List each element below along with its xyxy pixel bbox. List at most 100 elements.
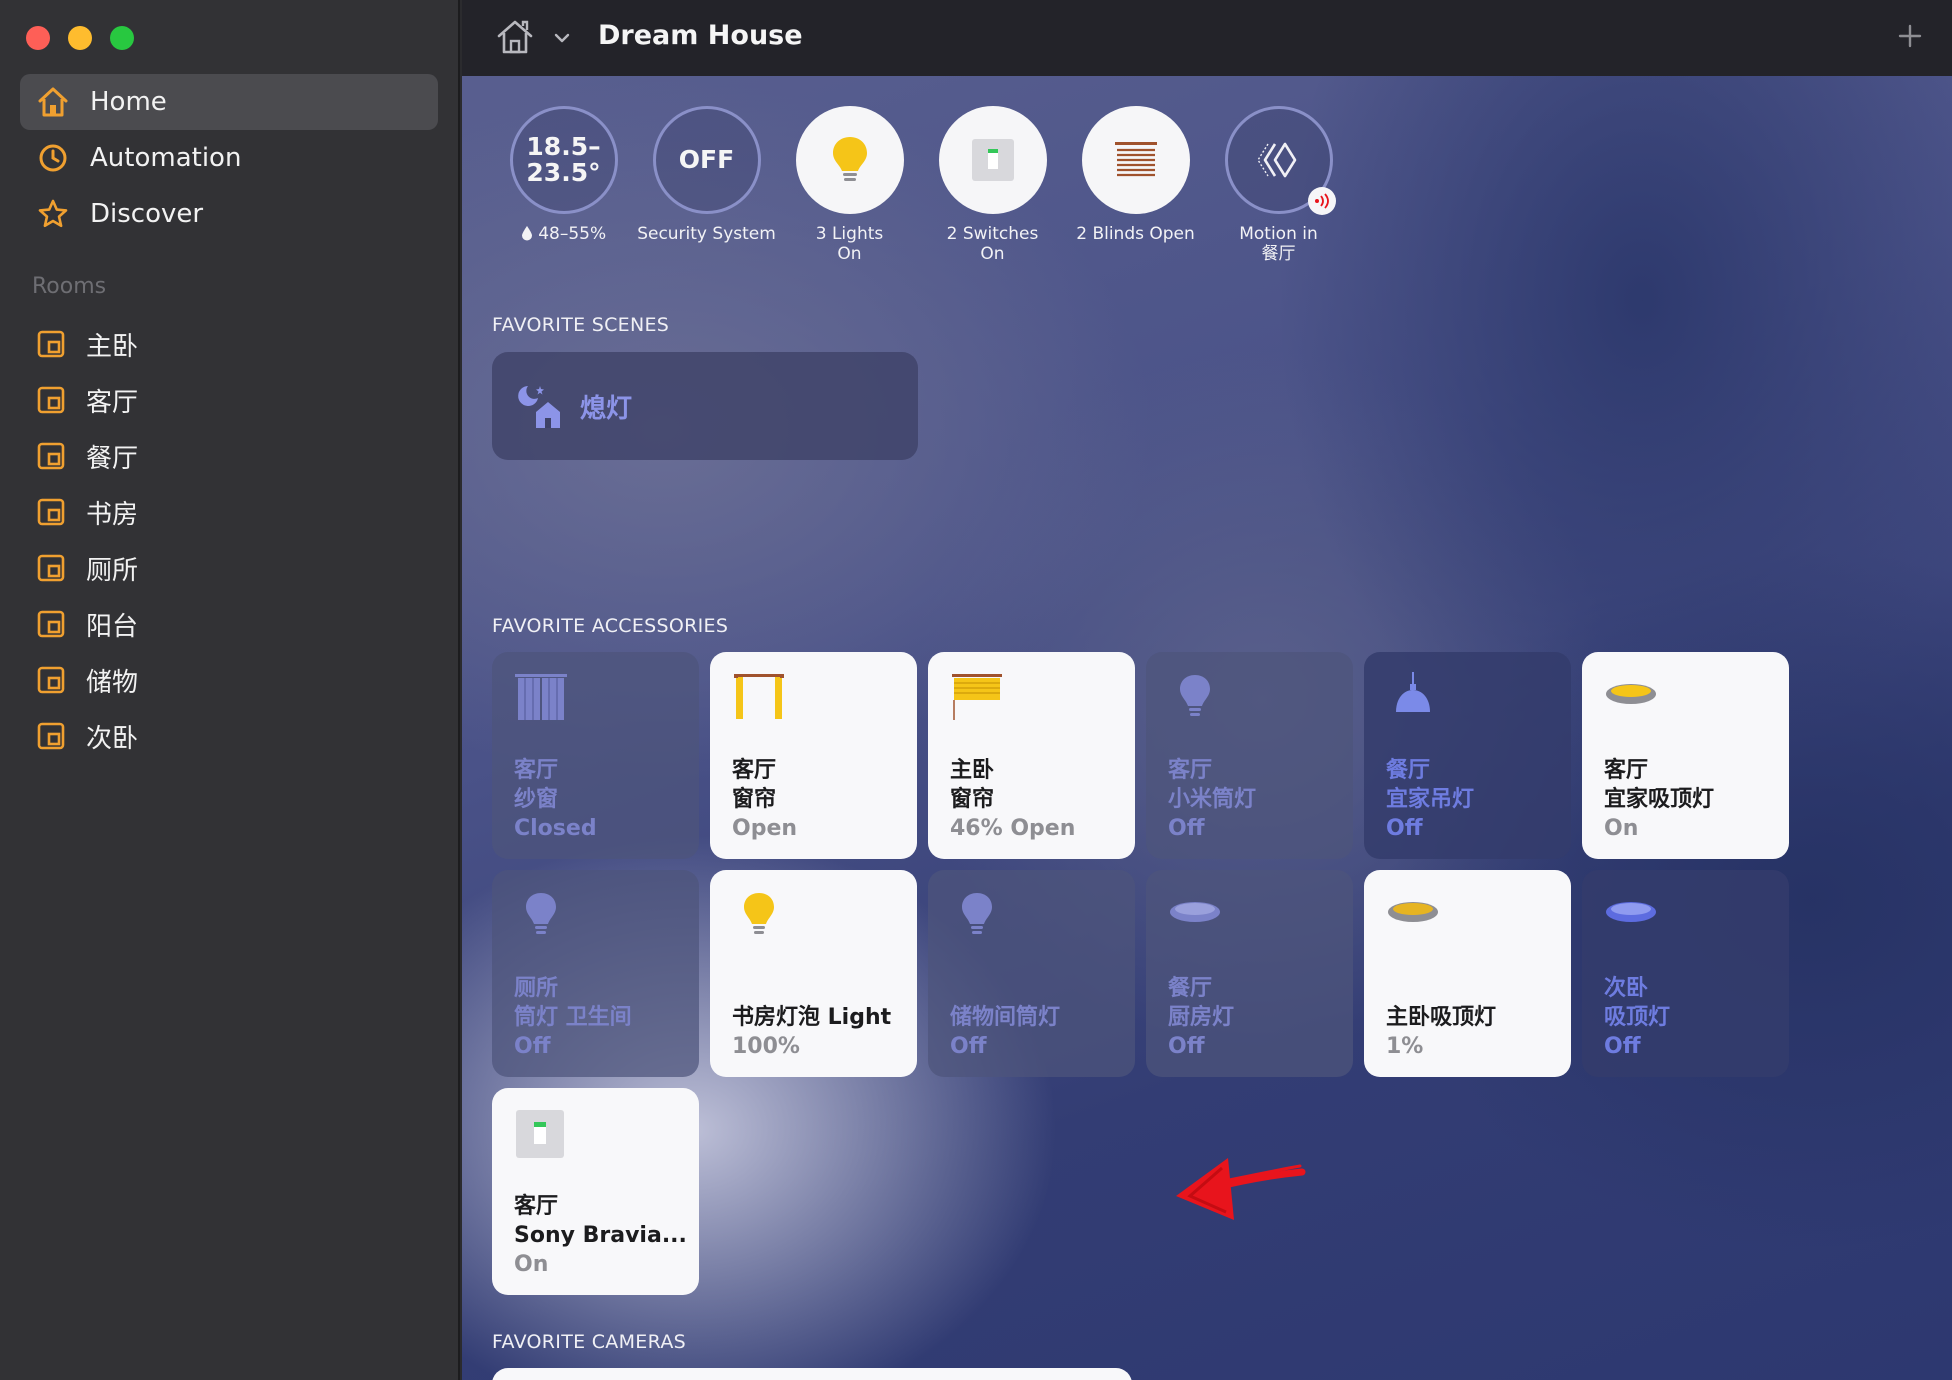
ceiling-light-icon — [1606, 902, 1656, 922]
accessory-tile[interactable]: 客厅 小米筒灯 Off — [1146, 652, 1353, 859]
sidebar-item-automation[interactable]: Automation — [20, 130, 438, 186]
accessory-name: 客厅 纱窗 — [514, 758, 559, 812]
night-house-icon — [518, 386, 560, 428]
accessory-name: 客厅 窗帘 — [732, 758, 777, 812]
security-circle: OFF — [652, 106, 761, 214]
sidebar-nav: Home Automation Discover — [20, 74, 438, 242]
accessory-state: 46% Open — [950, 816, 1076, 841]
accessory-name: 次卧 吸顶灯 — [1604, 976, 1671, 1030]
accessory-tile[interactable]: 餐厅 宜家吊灯 Off — [1364, 652, 1571, 859]
accessory-name: 书房灯泡 Light — [732, 1005, 892, 1030]
switches-label: 2 Switches On — [946, 224, 1039, 264]
sidebar-item-label: Automation — [90, 143, 242, 173]
sidebar-room-item[interactable]: 主卧 — [20, 316, 438, 372]
room-label: 主卧 — [86, 331, 139, 362]
motion-circle — [1224, 106, 1336, 215]
accessory-text: 客厅 纱窗 Closed — [514, 756, 597, 843]
status-lights[interactable]: 3 Lights On — [778, 106, 921, 264]
accessory-text: 储物间筒灯 Off — [950, 1003, 1060, 1061]
minimize-window-button[interactable] — [68, 26, 92, 50]
accessory-text: 客厅 窗帘 Open — [732, 756, 797, 843]
sidebar-room-item[interactable]: 次卧 — [20, 708, 438, 764]
accessory-name: 储物间筒灯 — [950, 1005, 1061, 1030]
accessory-tile[interactable]: 书房灯泡 Light 100% — [710, 870, 917, 1077]
zoom-window-button[interactable] — [110, 26, 134, 50]
accessory-text: 主卧吸顶灯 1% — [1386, 1003, 1496, 1061]
accessory-state: Off — [1168, 816, 1205, 841]
chevron-down-icon[interactable] — [552, 28, 572, 48]
humidity-label: 48–55% — [521, 224, 606, 246]
close-window-button[interactable] — [26, 26, 50, 50]
sidebar-room-item[interactable]: 储物 — [20, 652, 438, 708]
accessory-text: 客厅 宜家吸顶灯 On — [1604, 756, 1714, 843]
rooms-list: 主卧 客厅 餐厅 书房 厕所 阳台 储物 次卧 — [20, 316, 438, 764]
accessory-text: 次卧 吸顶灯 Off — [1604, 974, 1670, 1061]
motion-label: Motion in 餐厅 — [1239, 224, 1318, 264]
ceiling-light-icon — [1606, 684, 1656, 704]
scene-tile[interactable]: 熄灯 — [492, 352, 918, 460]
accessory-state: Off — [514, 1034, 551, 1059]
room-icon — [37, 386, 65, 414]
ceiling-light-icon — [1170, 902, 1220, 922]
accessory-tile[interactable]: 储物间筒灯 Off — [928, 870, 1135, 1077]
accessory-state: Off — [1604, 1034, 1641, 1059]
camera-tile[interactable] — [492, 1368, 1132, 1380]
accessory-name: 餐厅 厨房灯 — [1168, 976, 1235, 1030]
room-label: 次卧 — [86, 723, 139, 754]
house-icon — [34, 83, 72, 121]
curtain-closed-icon — [515, 674, 567, 720]
accessory-tile[interactable]: 客厅 窗帘 Open — [710, 652, 917, 859]
accessory-tile[interactable]: 主卧吸顶灯 1% — [1364, 870, 1571, 1077]
motion-sensor-icon — [1256, 142, 1296, 178]
accessory-name: 客厅 小米筒灯 — [1168, 758, 1257, 812]
blinds-label: 2 Blinds Open — [1076, 224, 1195, 244]
room-label: 厕所 — [86, 555, 139, 586]
status-switches[interactable]: 2 Switches On — [921, 106, 1064, 264]
home-menu-icon[interactable] — [494, 16, 536, 58]
sidebar-item-label: Home — [90, 87, 167, 117]
sidebar-item-home[interactable]: Home — [20, 74, 438, 130]
accessory-state: 1% — [1386, 1034, 1424, 1059]
pendant-lamp-icon — [1396, 672, 1430, 712]
accessory-tile[interactable]: 厕所 筒灯 卫生间 Off — [492, 870, 699, 1077]
security-label: Security System — [637, 224, 776, 244]
bulb-icon — [526, 893, 556, 934]
sidebar-room-item[interactable]: 厕所 — [20, 540, 438, 596]
accessory-tile[interactable]: 主卧 窗帘 46% Open — [928, 652, 1135, 859]
status-blinds[interactable]: 2 Blinds Open — [1064, 106, 1207, 264]
status-motion[interactable]: Motion in 餐厅 — [1207, 106, 1350, 264]
lights-circle — [795, 106, 904, 214]
status-climate[interactable]: 18.5– 23.5° 48–55% — [492, 106, 635, 264]
humidity-value: 48–55% — [538, 224, 607, 244]
sidebar-item-discover[interactable]: Discover — [20, 186, 438, 242]
star-icon — [34, 195, 72, 233]
accessory-tile[interactable]: 餐厅 厨房灯 Off — [1146, 870, 1353, 1077]
switch-icon — [971, 139, 1014, 181]
room-label: 客厅 — [86, 387, 139, 418]
bulb-icon — [832, 137, 867, 181]
status-security[interactable]: OFF Security System — [635, 106, 778, 264]
accessory-name: 餐厅 宜家吊灯 — [1386, 758, 1475, 812]
security-state: OFF — [678, 145, 735, 174]
add-icon[interactable] — [1894, 20, 1926, 52]
sidebar-room-item[interactable]: 餐厅 — [20, 428, 438, 484]
accessory-state: Closed — [514, 816, 597, 841]
accessory-tile[interactable]: 客厅 宜家吸顶灯 On — [1582, 652, 1789, 859]
accessory-tile[interactable]: 客厅 纱窗 Closed — [492, 652, 699, 859]
temperature-range: 18.5– 23.5° — [526, 132, 601, 187]
accessory-name: 客厅 Sony Bravia... — [514, 1194, 687, 1248]
sidebar-room-item[interactable]: 书房 — [20, 484, 438, 540]
sidebar-room-item[interactable]: 客厅 — [20, 372, 438, 428]
accessory-name: 厕所 筒灯 卫生间 — [514, 976, 632, 1030]
main-content: Dream House 18.5– 23.5° 48–55% OFF Secur… — [462, 0, 1952, 1380]
accessory-state: Off — [950, 1034, 987, 1059]
accessory-tile[interactable]: 次卧 吸顶灯 Off — [1582, 870, 1789, 1077]
sidebar-room-item[interactable]: 阳台 — [20, 596, 438, 652]
switch-icon — [516, 1110, 564, 1158]
room-label: 餐厅 — [86, 443, 139, 474]
room-icon — [37, 666, 65, 694]
accessory-text: 厕所 筒灯 卫生间 Off — [514, 974, 632, 1061]
room-icon — [37, 330, 65, 358]
accessory-tile[interactable]: 客厅 Sony Bravia... On — [492, 1088, 699, 1295]
accessory-text: 书房灯泡 Light 100% — [732, 1003, 891, 1061]
